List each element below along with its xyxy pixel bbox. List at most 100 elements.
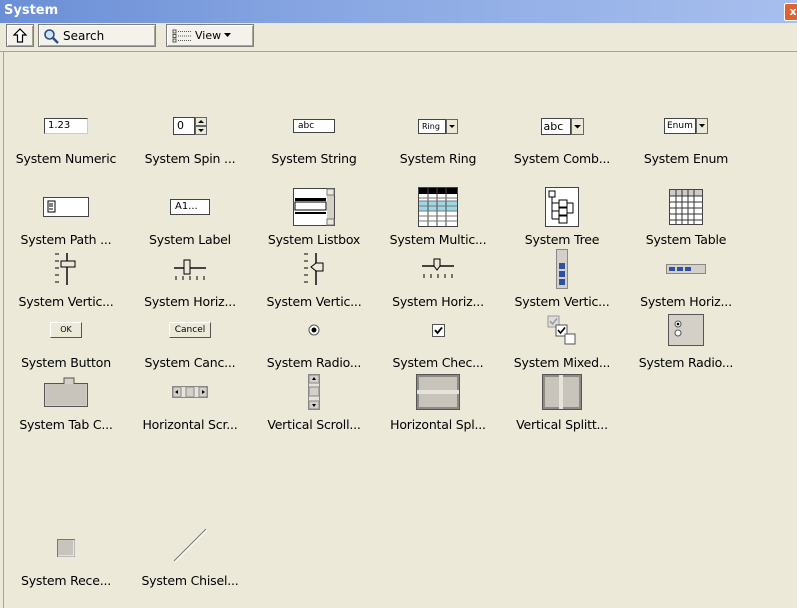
system-palette-window: System x Search View 1.23 System Numeric… xyxy=(0,0,797,608)
tree-control-icon xyxy=(500,187,624,227)
palette-item-system-string[interactable]: abc System String xyxy=(252,106,376,172)
palette-item-vertical-splitter[interactable]: Vertical Splitt... xyxy=(500,372,624,438)
palette-item-label: System Path ... xyxy=(20,232,112,247)
palette-item-system-horizontal-slide[interactable]: System Horiz... xyxy=(128,249,252,315)
combo-box-icon: abc xyxy=(500,106,624,146)
palette-item-label: System Mixed... xyxy=(513,355,611,370)
palette-item-label: System Comb... xyxy=(513,151,611,166)
palette-item-label: System Vertic... xyxy=(514,294,610,309)
ring-control-value: Ring xyxy=(418,118,446,134)
palette-item-vertical-scrollbar[interactable]: Vertical Scroll... xyxy=(252,372,376,438)
spin-control-icon: 0 xyxy=(128,106,252,146)
palette-item-system-multicolumn[interactable]: System Multic... xyxy=(376,187,500,253)
palette-item-horizontal-scrollbar[interactable]: Horizontal Scr... xyxy=(128,372,252,438)
palette-item-system-path[interactable]: System Path ... xyxy=(4,187,128,253)
vertical-progress-bar-icon xyxy=(500,249,624,289)
title-bar[interactable]: System x xyxy=(0,0,797,23)
palette-toolbar: Search View xyxy=(0,23,797,51)
view-button[interactable]: View xyxy=(166,24,254,47)
window-title: System xyxy=(4,3,59,18)
horizontal-scrollbar-icon xyxy=(128,372,252,412)
palette-item-system-enum[interactable]: Enum System Enum xyxy=(624,106,748,172)
table-icon xyxy=(624,187,748,227)
horizontal-splitter-icon xyxy=(376,372,500,412)
search-icon xyxy=(43,28,59,44)
palette-item-label: System Horiz... xyxy=(640,294,732,309)
palette-item-label: System Ring xyxy=(399,151,477,166)
palette-item-label: System Table xyxy=(645,232,727,247)
palette-item-system-listbox[interactable]: System Listbox xyxy=(252,187,376,253)
ok-button-icon: OK xyxy=(4,310,128,350)
palette-item-system-horizontal-progress[interactable]: System Horiz... xyxy=(624,249,748,315)
palette-item-system-vertical-progress[interactable]: System Vertic... xyxy=(500,249,624,315)
palette-item-label: Vertical Splitt... xyxy=(516,417,608,432)
palette-item-label: System Chec... xyxy=(392,355,484,370)
checkbox-icon xyxy=(376,310,500,350)
string-control-value: abc xyxy=(293,119,335,133)
view-label: View xyxy=(195,29,222,42)
horizontal-slide-icon xyxy=(128,249,252,289)
numeric-control-icon: 1.23 xyxy=(4,106,128,146)
palette-item-system-cancel[interactable]: Cancel System Canc... xyxy=(128,310,252,376)
palette-item-label: System Numeric xyxy=(15,151,117,166)
palette-item-system-vertical-slide[interactable]: System Vertic... xyxy=(4,249,128,315)
close-button[interactable]: x xyxy=(784,3,797,21)
palette-item-system-radio-button[interactable]: System Radio... xyxy=(252,310,376,376)
palette-item-system-tab-control[interactable]: System Tab C... xyxy=(4,372,128,438)
recessed-box-icon xyxy=(4,528,128,568)
dropdown-arrow-icon xyxy=(224,33,232,38)
listbox-icon xyxy=(252,187,376,227)
palette-item-system-recessed-box[interactable]: System Rece... xyxy=(4,528,128,594)
enum-control-icon: Enum xyxy=(624,106,748,146)
search-button[interactable]: Search xyxy=(38,24,156,47)
palette-item-system-chisel-line[interactable]: System Chisel... xyxy=(128,528,252,594)
palette-item-label: System Vertic... xyxy=(266,294,362,309)
palette-item-label: System Spin ... xyxy=(144,151,236,166)
vertical-pointer-slide-icon xyxy=(252,249,376,289)
palette-item-system-vertical-pointer-slide[interactable]: System Vertic... xyxy=(252,249,376,315)
combo-box-value: abc xyxy=(540,117,571,135)
palette-item-system-checkbox[interactable]: System Chec... xyxy=(376,310,500,376)
radio-buttons-group-icon xyxy=(624,310,748,350)
palette-item-label: Horizontal Spl... xyxy=(390,417,486,432)
chisel-line-icon xyxy=(128,520,252,570)
label-value: A1... xyxy=(170,199,210,215)
spin-control-value: 0 xyxy=(173,117,195,135)
palette-item-system-label[interactable]: A1... System Label xyxy=(128,187,252,253)
palette-item-system-tree[interactable]: System Tree xyxy=(500,187,624,253)
close-icon: x xyxy=(789,5,797,18)
up-arrow-icon xyxy=(13,28,27,43)
palette-item-label: System Listbox xyxy=(267,232,361,247)
vertical-slide-icon xyxy=(4,249,128,289)
up-button[interactable] xyxy=(6,24,34,47)
path-control-icon xyxy=(4,187,128,227)
palette-item-system-radio-group[interactable]: System Radio... xyxy=(624,310,748,376)
enum-control-value: Enum xyxy=(664,118,696,134)
cancel-button-value: Cancel xyxy=(169,322,211,338)
palette-item-system-table[interactable]: System Table xyxy=(624,187,748,253)
palette-item-label: System Vertic... xyxy=(18,294,114,309)
numeric-control-value: 1.23 xyxy=(44,118,88,134)
palette-item-system-combo[interactable]: abc System Comb... xyxy=(500,106,624,172)
palette-item-label: System Label xyxy=(149,232,231,247)
tab-control-icon xyxy=(4,372,128,412)
palette-item-label: System Tree xyxy=(524,232,600,247)
radio-button-icon xyxy=(252,310,376,350)
palette-item-system-button[interactable]: OK System Button xyxy=(4,310,128,376)
list-view-icon xyxy=(172,29,192,43)
palette-item-horizontal-splitter[interactable]: Horizontal Spl... xyxy=(376,372,500,438)
palette-item-label: System Button xyxy=(21,355,111,370)
palette-item-label: System Radio... xyxy=(266,355,362,370)
palette-item-label: System Horiz... xyxy=(144,294,236,309)
multicolumn-listbox-icon xyxy=(376,187,500,227)
palette-item-system-mixed[interactable]: System Mixed... xyxy=(500,310,624,376)
ring-control-icon: Ring xyxy=(376,106,500,146)
ok-button-value: OK xyxy=(50,322,82,338)
palette-item-label: Vertical Scroll... xyxy=(267,417,361,432)
palette-item-system-ring[interactable]: Ring System Ring xyxy=(376,106,500,172)
palette-item-system-horizontal-pointer-slide[interactable]: System Horiz... xyxy=(376,249,500,315)
palette-item-system-spin[interactable]: 0 System Spin ... xyxy=(128,106,252,172)
palette-item-label: System Tab C... xyxy=(19,417,113,432)
palette-item-system-numeric[interactable]: 1.23 System Numeric xyxy=(4,106,128,172)
horizontal-pointer-slide-icon xyxy=(376,249,500,289)
